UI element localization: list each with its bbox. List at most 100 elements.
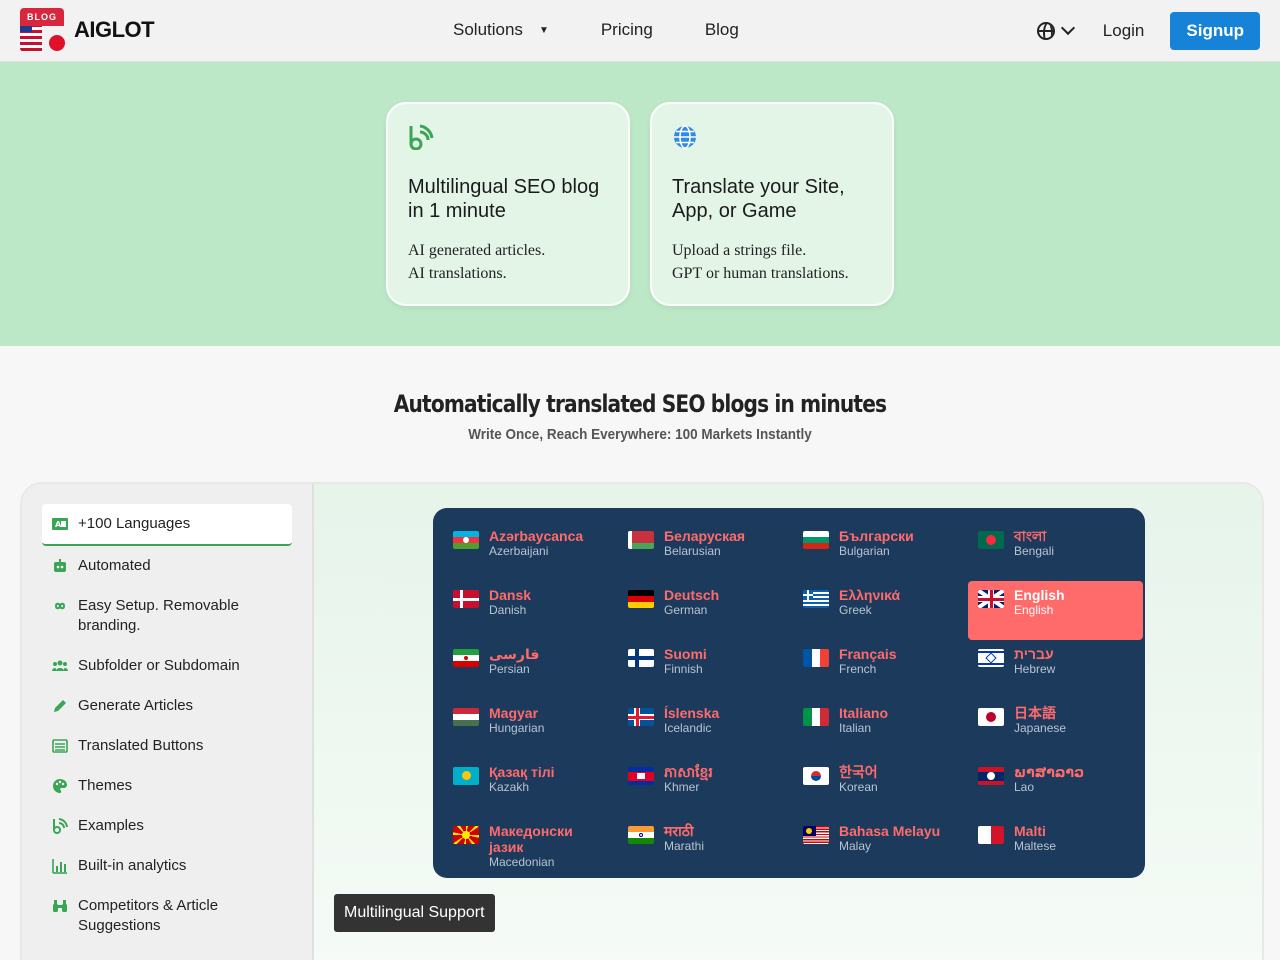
language-switcher[interactable] <box>1036 20 1075 40</box>
language-labels: עברית Hebrew <box>1014 646 1055 677</box>
sidebar-item-themes[interactable]: Themes <box>42 766 292 806</box>
language-native-name: Íslenska <box>664 705 720 721</box>
flag-mt-icon <box>978 826 1004 844</box>
flag-is-icon <box>628 708 654 726</box>
language-english-name: Hebrew <box>1014 662 1056 676</box>
flag-bd-icon <box>978 531 1004 549</box>
language-option[interactable]: English English <box>968 581 1143 640</box>
language-native-name: فارسی <box>489 646 540 662</box>
sidebar-item-competitors[interactable]: Competitors & Article Suggestions <box>42 886 292 946</box>
language-native-name: Français <box>839 646 897 662</box>
language-english-name: Malay <box>839 839 872 853</box>
language-english-name: Persian <box>489 662 530 676</box>
nav-blog[interactable]: Blog <box>705 20 739 40</box>
sidebar-item-label: Competitors & Article Suggestions <box>78 897 219 934</box>
language-option[interactable]: Suomi Finnish <box>618 640 793 699</box>
language-option[interactable]: 日本語 Japanese <box>968 699 1143 758</box>
binoculars-icon <box>52 898 68 914</box>
language-option[interactable]: Ελληνικά Greek <box>793 581 968 640</box>
language-option[interactable]: ພາສາລາວ Lao <box>968 758 1143 817</box>
globe-icon <box>674 125 696 149</box>
flag-ir-icon <box>453 649 479 667</box>
language-option[interactable]: Български Bulgarian <box>793 522 968 581</box>
language-english-name: Hungarian <box>489 721 545 735</box>
flag-az-icon <box>453 531 479 549</box>
language-option[interactable]: Malti Maltese <box>968 817 1143 876</box>
language-labels: Íslenska Icelandic <box>664 705 719 736</box>
sidebar-item-label: Themes <box>78 777 133 794</box>
card-translate-site[interactable]: Translate your Site, App, or Game Upload… <box>650 102 894 306</box>
language-option[interactable]: Azərbaycanca Azerbaijani <box>443 522 618 581</box>
brand-logo[interactable]: BLOG AIGLOT <box>20 8 155 52</box>
signup-button[interactable]: Signup <box>1170 12 1260 50</box>
language-option[interactable]: Bahasa Melayu Malay <box>793 817 968 876</box>
language-english-name: French <box>839 662 877 676</box>
card-seo-blog[interactable]: Multilingual SEO blog in 1 minute AI gen… <box>386 102 630 306</box>
language-labels: Ελληνικά Greek <box>839 587 900 618</box>
language-option[interactable]: বাংলা Bengali <box>968 522 1143 581</box>
svg-text:A: A <box>55 520 62 529</box>
sidebar-item-label: Translated Buttons <box>78 737 204 754</box>
language-option[interactable]: Italiano Italian <box>793 699 968 758</box>
language-option[interactable]: ភាសាខ្មែរ Khmer <box>618 758 793 817</box>
language-option[interactable]: 한국어 Korean <box>793 758 968 817</box>
language-english-name: Finnish <box>664 662 703 676</box>
language-labels: Français French <box>839 646 897 677</box>
language-option[interactable]: Français French <box>793 640 968 699</box>
sidebar-item-label: Automated <box>78 557 151 574</box>
language-labels: 한국어 Korean <box>839 764 878 795</box>
sidebar-item-automated[interactable]: Automated <box>42 546 292 586</box>
language-option[interactable]: Македонски јазик Macedonian <box>443 817 618 876</box>
language-native-name: Български <box>839 528 914 544</box>
flag-kr-icon <box>803 767 829 785</box>
sidebar-item-easy-setup[interactable]: Easy Setup. Removable branding. <box>42 586 292 646</box>
language-labels: فارسی Persian <box>489 646 539 677</box>
language-labels: ພາສາລາວ Lao <box>1014 764 1084 795</box>
card-text-line-1: Upload a strings file. <box>672 242 807 259</box>
language-option[interactable]: Беларуская Belarusian <box>618 522 793 581</box>
language-option[interactable]: Magyar Hungarian <box>443 699 618 758</box>
language-labels: मराठी Marathi <box>664 823 704 854</box>
language-option[interactable]: Deutsch German <box>618 581 793 640</box>
language-labels: Suomi Finnish <box>664 646 707 677</box>
language-labels: English English <box>1014 587 1065 618</box>
sidebar-item-subfolder[interactable]: Subfolder or Subdomain <box>42 646 292 686</box>
language-english-name: Macedonian <box>489 855 555 869</box>
language-option[interactable]: Қазақ тілі Kazakh <box>443 758 618 817</box>
language-labels: Български Bulgarian <box>839 528 914 559</box>
language-option[interactable]: עברית Hebrew <box>968 640 1143 699</box>
language-labels: Azərbaycanca Azerbaijani <box>489 528 583 559</box>
flag-gb-icon <box>978 590 1004 608</box>
top-header: BLOG AIGLOT Solutions ▼ Pricing Blog Log… <box>0 0 1280 62</box>
language-labels: বাংলা Bengali <box>1014 528 1054 559</box>
sidebar-item-translated-buttons[interactable]: Translated Buttons <box>42 726 292 766</box>
sidebar-item-generate-articles[interactable]: Generate Articles <box>42 686 292 726</box>
sidebar-item-label: Built-in analytics <box>78 857 187 874</box>
language-option[interactable]: मराठी Marathi <box>618 817 793 876</box>
brand-name: AIGLOT <box>74 17 155 42</box>
flag-kz-icon <box>453 767 479 785</box>
sidebar-item-examples[interactable]: Examples <box>42 806 292 846</box>
language-english-name: Bulgarian <box>839 544 890 558</box>
login-link[interactable]: Login <box>1103 21 1145 41</box>
language-english-name: English <box>1014 603 1054 617</box>
flag-gr-icon <box>803 590 829 608</box>
language-option[interactable]: Dansk Danish <box>443 581 618 640</box>
flag-de-icon <box>628 590 654 608</box>
language-native-name: ພາສາລາວ <box>1014 764 1085 780</box>
language-native-name: मराठी <box>664 823 694 839</box>
nav-solutions[interactable]: Solutions ▼ <box>453 20 549 40</box>
language-option[interactable]: فارسی Persian <box>443 640 618 699</box>
language-english-name: German <box>664 603 708 617</box>
flag-my-icon <box>803 826 829 844</box>
language-english-name: Korean <box>839 780 878 794</box>
flag-hu-icon <box>453 708 479 726</box>
language-option[interactable]: Íslenska Icelandic <box>618 699 793 758</box>
sidebar-item-analytics[interactable]: Built-in analytics <box>42 846 292 886</box>
nav-pricing[interactable]: Pricing <box>601 20 653 40</box>
language-native-name: Malti <box>1014 823 1046 839</box>
card-text-line-2: AI translations. <box>408 265 507 282</box>
language-native-name: Dansk <box>489 587 532 603</box>
language-native-name: 한국어 <box>839 764 878 780</box>
sidebar-item-languages[interactable]: A +100 Languages <box>42 504 292 546</box>
